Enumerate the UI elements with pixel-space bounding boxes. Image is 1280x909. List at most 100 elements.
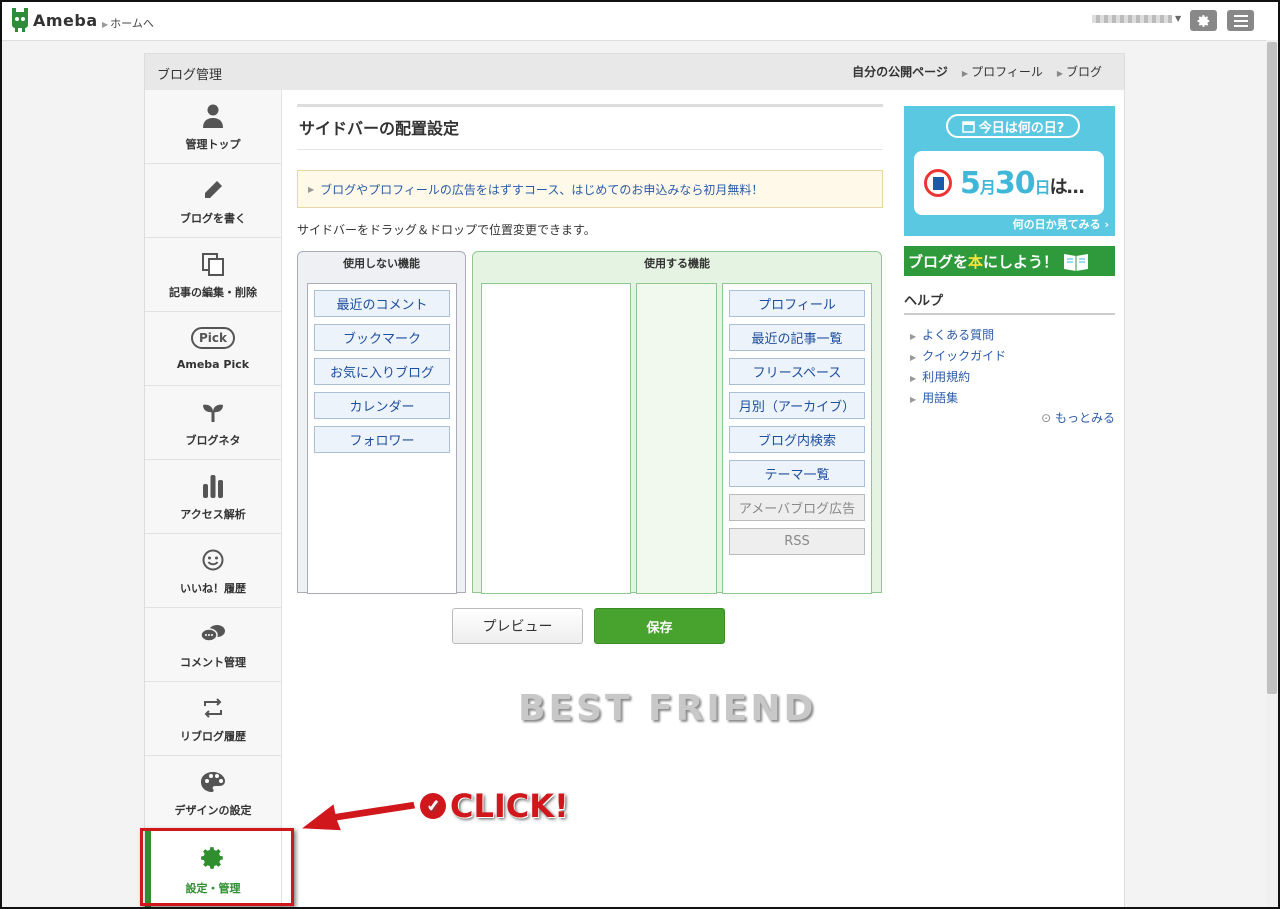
sidebar-item-label: 記事の編集・削除	[169, 286, 257, 299]
help-link-glossary[interactable]: ▶ 用語集	[904, 388, 1115, 409]
sidebar-item-design-settings[interactable]: デザインの設定	[145, 756, 281, 830]
triangle-right-icon: ▶	[308, 184, 315, 194]
pick-icon: Pick	[191, 327, 235, 349]
sidebar-item-label: ブログを書く	[180, 212, 246, 225]
blog-link[interactable]: ▶ ブログ	[1057, 63, 1102, 80]
today-date: 5月30日は…	[960, 165, 1085, 201]
used-column-middle[interactable]	[636, 283, 717, 594]
widget-blog-search[interactable]: ブログ内検索	[729, 426, 865, 453]
top-bar: Ameba ▶ ホームへ ▼	[2, 2, 1278, 41]
blog-link-label: ブログ	[1065, 65, 1102, 79]
widget-calendar[interactable]: カレンダー	[314, 392, 450, 419]
sidebar-item-edit-articles[interactable]: 記事の編集・削除	[145, 238, 281, 312]
help-more-link[interactable]: ⊙ もっとみる	[904, 409, 1115, 426]
hamburger-menu-icon	[1233, 14, 1248, 27]
management-sidebar: 管理トップ ブログを書く 記事の編集・削除 Pick Ameba Pick ブロ…	[145, 90, 282, 907]
today-pill-label: 今日は何の日?	[978, 120, 1065, 136]
menu-button[interactable]	[1227, 10, 1254, 31]
help-link-terms[interactable]: ▶ 利用規約	[904, 367, 1115, 388]
widget-followers[interactable]: フォロワー	[314, 426, 450, 453]
help-link-quick-guide[interactable]: ▶ クイックガイド	[904, 346, 1115, 367]
user-menu[interactable]: ▼	[1092, 14, 1181, 23]
sidebar-item-label: いいね！履歴	[180, 582, 246, 595]
widget-monthly-archive[interactable]: 月別（アーカイブ）	[729, 392, 865, 419]
sidebar-item-write-blog[interactable]: ブログを書く	[145, 164, 281, 238]
widget-theme-list[interactable]: テーマ一覧	[729, 460, 865, 487]
scrollbar-thumb[interactable]	[1267, 42, 1277, 694]
pencil-icon	[205, 181, 222, 198]
home-link-label: ホームへ	[110, 17, 154, 30]
settings-button[interactable]	[1190, 10, 1217, 31]
unused-widgets-title: 使用しない機能	[343, 257, 420, 270]
ameba-logo[interactable]: Ameba	[10, 8, 98, 32]
palette-icon	[201, 772, 225, 792]
reblog-icon	[204, 698, 222, 718]
used-column-right[interactable]: プロフィール 最近の記事一覧 フリースペース 月別（アーカイブ） ブログ内検索 …	[722, 283, 872, 594]
sidebar-item-reblog-history[interactable]: リブログ履歴	[145, 682, 281, 756]
sidebar-item-label: アクセス解析	[180, 508, 246, 521]
speech-bubbles-icon	[200, 625, 225, 642]
widget-bookmark[interactable]: ブックマーク	[314, 324, 450, 351]
widget-recent-comments[interactable]: 最近のコメント	[314, 290, 450, 317]
widget-profile[interactable]: プロフィール	[729, 290, 865, 317]
triangle-right-icon: ▶	[910, 332, 917, 341]
widget-recent-articles[interactable]: 最近の記事一覧	[729, 324, 865, 351]
date-suffix: は…	[1049, 176, 1085, 198]
click-text: CLICK!	[450, 787, 569, 825]
home-link[interactable]: ▶ ホームへ	[102, 15, 154, 31]
help-link-label: クイックガイド	[922, 349, 1007, 363]
help-link-label: 利用規約	[922, 370, 971, 384]
today-banner[interactable]: 今日は何の日? 5月30日は… 何の日か見てみる ›	[904, 106, 1115, 236]
today-more-label: 何の日か見てみる	[1012, 218, 1101, 231]
widget-free-space[interactable]: フリースペース	[729, 358, 865, 385]
triangle-right-icon: ▶	[910, 395, 917, 404]
triangle-right-icon: ▶	[102, 20, 109, 29]
triangle-right-icon: ▶	[910, 353, 917, 362]
ameba-mascot-icon	[12, 8, 28, 32]
sidebar-item-like-history[interactable]: いいね！履歴	[145, 534, 281, 608]
sidebar-item-label: リブログ履歴	[180, 730, 246, 743]
unused-widgets-column[interactable]: 最近のコメント ブックマーク お気に入りブログ カレンダー フォロワー	[307, 283, 457, 594]
date-month: 5	[960, 165, 981, 201]
book-banner-highlight: 本	[968, 252, 984, 271]
ad-notice-link[interactable]: ▶ ブログやプロフィールの広告をはずすコース、はじめてのお申込みなら初月無料！	[297, 170, 883, 208]
open-book-icon	[1064, 254, 1089, 271]
triangle-right-icon: ▶	[910, 374, 917, 383]
sidebar-item-ameba-pick[interactable]: Pick Ameba Pick	[145, 312, 281, 386]
blog-book-banner[interactable]: ブログを本にしよう！	[904, 246, 1115, 276]
today-more-link[interactable]: 何の日か見てみる ›	[1013, 216, 1109, 232]
sidebar-item-blog-neta[interactable]: ブログネタ	[145, 386, 281, 460]
panel-header: ブログ管理 自分の公開ページ ▶ プロフィール ▶ ブログ	[145, 54, 1124, 90]
vertical-scrollbar[interactable]	[1266, 40, 1278, 907]
browser-frame: Ameba ▶ ホームへ ▼ ブログ管理 自分の公開ページ ▶ プロフィール ▶ ブロ…	[0, 0, 1280, 909]
date-day-unit: 日	[1034, 177, 1051, 197]
click-annotation: ✓ CLICK!	[420, 787, 569, 825]
documents-icon	[202, 253, 224, 276]
public-page-link[interactable]: 自分の公開ページ	[852, 63, 948, 80]
blurred-username	[1092, 14, 1172, 23]
ad-notice-text: ブログやプロフィールの広告をはずすコース、はじめてのお申込みなら初月無料！	[320, 182, 764, 197]
circle-play-icon: ⊙	[1041, 411, 1052, 425]
logo-text: Ameba	[33, 10, 98, 30]
help-title: ヘルプ	[904, 290, 1115, 315]
save-button[interactable]: 保存	[594, 608, 725, 644]
help-link-faq[interactable]: ▶ よくある質問	[904, 325, 1115, 346]
sidebar-item-comment-management[interactable]: コメント管理	[145, 608, 281, 682]
panel-links: 自分の公開ページ ▶ プロフィール ▶ ブログ	[852, 63, 1102, 80]
preview-button[interactable]: プレビュー	[452, 608, 583, 644]
sidebar-item-access-analysis[interactable]: アクセス解析	[145, 460, 281, 534]
today-date-card: 5月30日は…	[914, 151, 1104, 215]
chevron-right-icon: ›	[1104, 218, 1109, 231]
profile-link-label: プロフィール	[971, 65, 1043, 79]
widget-ameba-ad: アメーバブログ広告	[729, 494, 865, 521]
sprout-icon	[203, 404, 223, 422]
person-icon	[203, 104, 223, 128]
right-column: 今日は何の日? 5月30日は… 何の日か見てみる › ブログを本にしよう！ ヘル…	[904, 106, 1115, 426]
today-pill: 今日は何の日?	[946, 114, 1080, 138]
profile-link[interactable]: ▶ プロフィール	[962, 63, 1043, 80]
widget-favorite-blogs[interactable]: お気に入りブログ	[314, 358, 450, 385]
sidebar-item-label: ブログネタ	[185, 434, 241, 447]
used-column-left[interactable]	[481, 283, 631, 594]
sidebar-item-admin-top[interactable]: 管理トップ	[145, 90, 281, 164]
red-arrow-icon	[298, 800, 417, 832]
